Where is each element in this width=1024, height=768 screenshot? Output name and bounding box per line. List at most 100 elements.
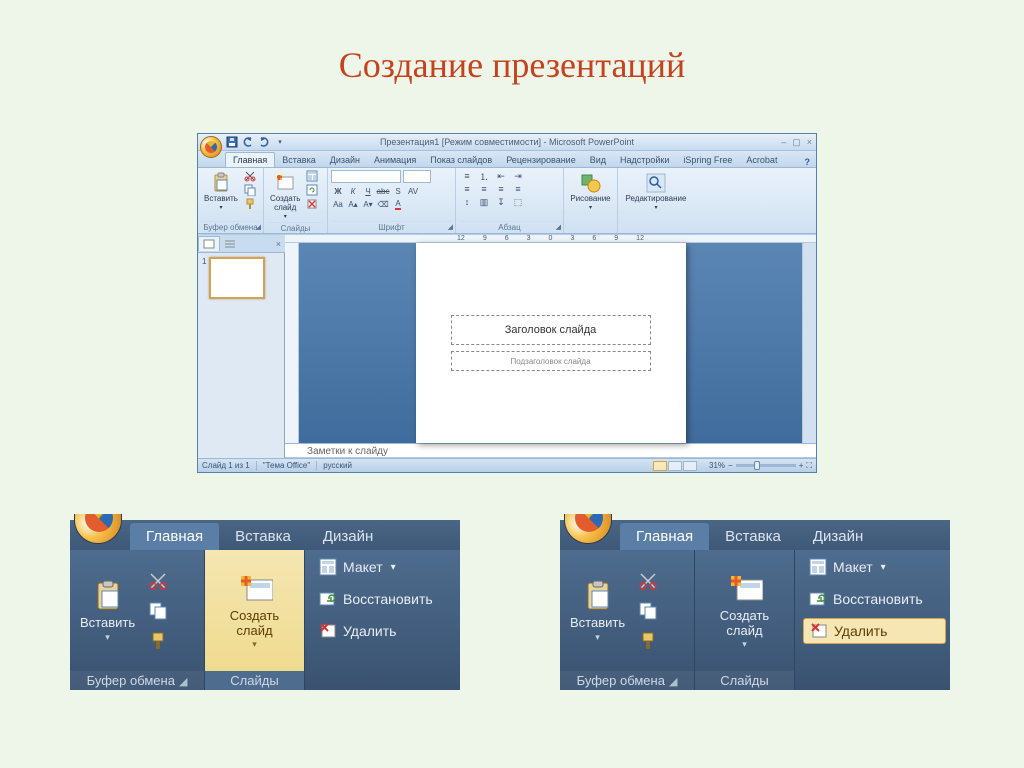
copy-icon[interactable] (147, 600, 169, 622)
tab-slideshow[interactable]: Показ слайдов (423, 153, 499, 167)
copy-icon[interactable] (637, 600, 659, 622)
slideshow-view-button[interactable] (683, 461, 697, 471)
tab-view[interactable]: Вид (583, 153, 613, 167)
new-slide-button[interactable]: Создать слайд ▾ (267, 170, 303, 222)
delete-button[interactable]: Удалить (313, 618, 456, 644)
paste-button[interactable]: Вставить ▾ (564, 574, 631, 646)
panel-close-icon[interactable]: × (272, 239, 285, 249)
shrink-font-button[interactable]: A▾ (361, 198, 375, 210)
fit-button[interactable]: ⛶ (806, 461, 812, 471)
status-language[interactable]: русский (323, 461, 352, 470)
bold-button[interactable]: Ж (331, 185, 345, 197)
reset-button[interactable]: Восстановить (803, 586, 946, 612)
redo-icon[interactable] (258, 136, 270, 148)
italic-button[interactable]: К (346, 185, 360, 197)
vertical-scrollbar[interactable] (802, 243, 816, 443)
clipboard-dialog-launcher[interactable]: ◢ (256, 223, 261, 231)
align-right-button[interactable]: ≡ (493, 183, 509, 195)
zoom-in-button[interactable]: + (799, 461, 804, 470)
qat-more-icon[interactable]: ▾ (274, 136, 286, 148)
zoom-out-button[interactable]: − (728, 461, 733, 470)
change-case-button[interactable]: Aa (331, 198, 345, 210)
reset-button[interactable]: Восстановить (313, 586, 456, 612)
subtitle-placeholder[interactable]: Подзаголовок слайда (451, 351, 651, 371)
tab-home[interactable]: Главная (130, 523, 219, 550)
ribbon: Вставить ▾ Буфер обмена ◢ Создать слайд … (198, 168, 816, 234)
delete-button[interactable]: Удалить (803, 618, 946, 644)
outline-tab-icon[interactable] (220, 237, 240, 251)
indent-dec-button[interactable]: ⇤ (493, 170, 509, 182)
font-color-button[interactable]: A (391, 198, 405, 210)
slide-canvas[interactable]: Заголовок слайда Подзаголовок слайда (299, 243, 802, 443)
save-icon[interactable] (226, 136, 238, 148)
slides-tab-icon[interactable] (198, 236, 220, 251)
tab-addins[interactable]: Надстройки (613, 153, 676, 167)
tab-home[interactable]: Главная (225, 152, 275, 167)
zoom-level[interactable]: 31% (709, 461, 725, 470)
layout-icon[interactable] (306, 170, 318, 182)
close-icon[interactable]: × (807, 137, 812, 148)
delete-icon[interactable] (306, 198, 318, 210)
numbering-button[interactable]: ⒈ (476, 170, 492, 182)
shadow-button[interactable]: S (391, 185, 405, 197)
bullets-button[interactable]: ≡ (459, 170, 475, 182)
grow-font-button[interactable]: A▴ (346, 198, 360, 210)
drawing-button[interactable]: Рисование ▾ (567, 170, 613, 213)
format-painter-icon[interactable] (147, 630, 169, 652)
reset-icon[interactable] (306, 184, 318, 196)
justify-button[interactable]: ≡ (510, 183, 526, 195)
office-button[interactable] (200, 136, 222, 158)
clear-format-button[interactable]: ⌫ (376, 198, 390, 210)
font-name-combo[interactable] (331, 170, 401, 183)
tab-insert[interactable]: Вставка (219, 523, 307, 550)
tab-insert[interactable]: Вставка (275, 153, 322, 167)
align-center-button[interactable]: ≡ (476, 183, 492, 195)
tab-design[interactable]: Дизайн (323, 153, 367, 167)
tab-acrobat[interactable]: Acrobat (739, 153, 784, 167)
paste-button[interactable]: Вставить ▾ (201, 170, 241, 213)
editing-button[interactable]: Редактирование ▾ (623, 170, 690, 213)
indent-inc-button[interactable]: ⇥ (510, 170, 526, 182)
maximize-icon[interactable]: ▢ (792, 137, 801, 148)
notes-pane[interactable]: Заметки к слайду (285, 443, 816, 457)
layout-button[interactable]: Макет▾ (313, 554, 456, 580)
cut-icon[interactable] (637, 570, 659, 592)
font-dialog-launcher[interactable]: ◢ (448, 223, 453, 231)
strike-button[interactable]: abc (376, 185, 390, 197)
title-placeholder[interactable]: Заголовок слайда (451, 315, 651, 345)
smartart-button[interactable]: ⬚ (510, 196, 526, 208)
new-slide-button[interactable]: Создать слайд ▾ (224, 567, 285, 653)
tab-animation[interactable]: Анимация (367, 153, 423, 167)
columns-button[interactable]: ▥ (476, 196, 492, 208)
tab-review[interactable]: Рецензирование (499, 153, 583, 167)
line-spacing-button[interactable]: ↕ (459, 196, 475, 208)
layout-button[interactable]: Макет▾ (803, 554, 946, 580)
font-size-combo[interactable] (403, 170, 431, 183)
char-spacing-button[interactable]: AV (406, 185, 420, 197)
tab-design[interactable]: Дизайн (797, 523, 879, 550)
tab-ispring[interactable]: iSpring Free (676, 153, 739, 167)
tab-insert[interactable]: Вставка (709, 523, 797, 550)
paste-button[interactable]: Вставить ▾ (74, 574, 141, 646)
text-direction-button[interactable]: ↧ (493, 196, 509, 208)
clipboard-dialog-launcher[interactable]: ◢ (665, 676, 677, 688)
zoom-slider[interactable] (736, 464, 796, 467)
sorter-view-button[interactable] (668, 461, 682, 471)
tab-design[interactable]: Дизайн (307, 523, 389, 550)
cut-icon[interactable] (147, 570, 169, 592)
align-left-button[interactable]: ≡ (459, 183, 475, 195)
cut-icon[interactable] (244, 170, 256, 182)
paragraph-dialog-launcher[interactable]: ◢ (556, 223, 561, 231)
underline-button[interactable]: Ч (361, 185, 375, 197)
format-painter-icon[interactable] (637, 630, 659, 652)
minimize-icon[interactable]: – (781, 137, 786, 148)
tab-home[interactable]: Главная (620, 523, 709, 550)
undo-icon[interactable] (242, 136, 254, 148)
clipboard-dialog-launcher[interactable]: ◢ (175, 676, 187, 688)
normal-view-button[interactable] (653, 461, 667, 471)
help-icon[interactable]: ? (805, 157, 811, 167)
copy-icon[interactable] (244, 184, 256, 196)
format-painter-icon[interactable] (244, 198, 256, 210)
new-slide-button[interactable]: Создать слайд ▾ (714, 567, 775, 653)
slide-thumbnail-1[interactable]: 1 (202, 257, 280, 299)
